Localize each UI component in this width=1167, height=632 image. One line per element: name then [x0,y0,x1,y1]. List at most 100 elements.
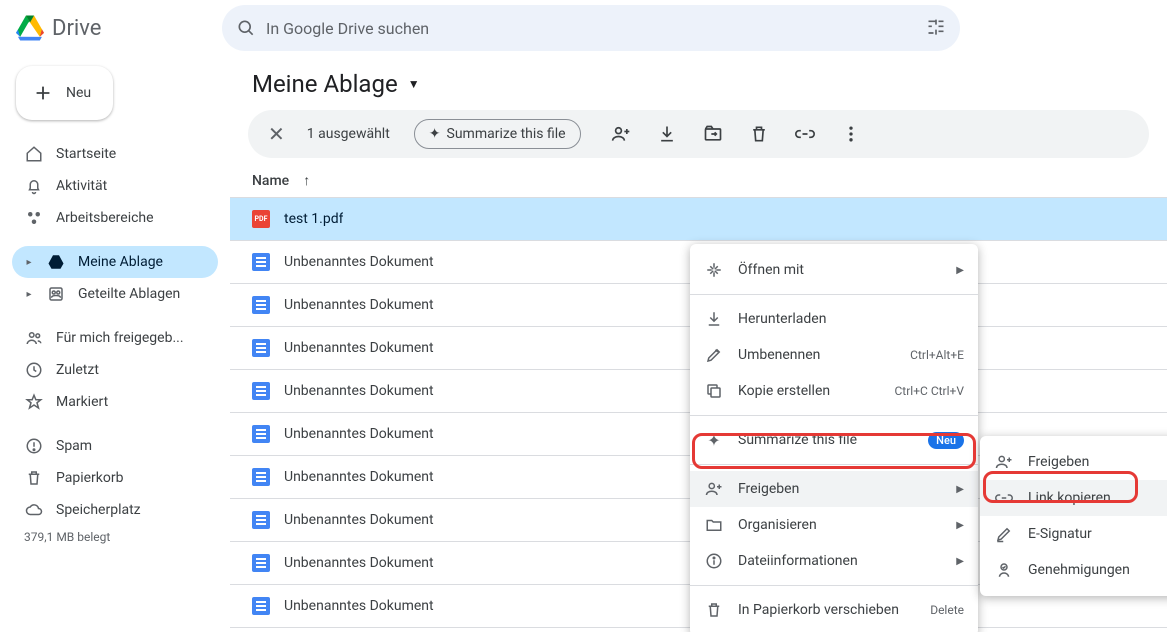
menu-item-copy[interactable]: Kopie erstellenCtrl+C Ctrl+V [690,373,978,409]
sidebar-item-label: Speicherplatz [56,502,141,518]
menu-item-signature[interactable]: E-Signatur [980,516,1167,552]
menu-item-label: In Papierkorb verschieben [738,602,916,618]
delete-icon[interactable] [749,124,769,144]
menu-item-label: Dateiinformationen [738,553,942,569]
menu-item-folder[interactable]: Organisieren▶ [690,507,978,543]
selection-count: 1 ausgewählt [307,126,390,142]
sidebar-item-home[interactable]: Startseite [12,138,218,170]
menu-item-link[interactable]: Link kopieren [980,480,1167,516]
menu-item-sparkle[interactable]: ✦ Summarize this file Neu [690,422,978,458]
search-input[interactable] [266,19,916,38]
file-name: Unbenanntes Dokument [284,340,434,356]
trash-icon [24,469,44,487]
workspaces-icon [24,209,44,227]
sidebar-item-drive[interactable]: ▸ Meine Ablage [12,246,218,278]
page-title-dropdown[interactable]: Meine Ablage ▼ [230,70,1167,110]
file-name: Unbenanntes Dokument [284,297,434,313]
menu-item-label: Freigeben [738,481,942,497]
menu-item-download[interactable]: Herunterladen [690,301,978,337]
sidebar-item-label: Arbeitsbereiche [56,210,154,226]
sidebar-item-shared-drive[interactable]: ▸ Geteilte Ablagen [12,278,218,310]
menu-item-share[interactable]: Freigeben ▶ [690,471,978,507]
info-icon [704,552,724,570]
sparkle-icon: ✦ [704,431,724,450]
menu-item-label: Öffnen mit [738,262,942,278]
chevron-right-icon: ▸ [24,289,34,300]
bell-icon [24,177,44,195]
copy-icon [704,382,724,400]
download-icon[interactable] [657,124,677,144]
link-icon[interactable] [795,124,815,144]
menu-item-label: Genehmigungen [1028,562,1167,578]
file-name: Unbenanntes Dokument [284,555,434,571]
sidebar-item-label: Geteilte Ablagen [78,286,180,302]
link-icon [994,489,1014,507]
menu-item-approvals[interactable]: GenehmigungenAlt+V dann E [980,552,1167,588]
clear-selection-button[interactable]: ✕ [264,118,289,150]
sidebar-item-label: Papierkorb [56,470,124,486]
search-options-icon[interactable] [926,18,946,38]
sidebar-item-bell[interactable]: Aktivität [12,170,218,202]
file-name: Unbenanntes Dokument [284,512,434,528]
shared-drive-icon [46,285,66,303]
menu-item-info[interactable]: Dateiinformationen▶ [690,543,978,579]
shortcut-label: Ctrl+C Ctrl+V [895,384,965,398]
sidebar-item-clock[interactable]: Zuletzt [12,354,218,386]
new-badge: Neu [928,432,964,449]
file-name: Unbenanntes Dokument [284,469,434,485]
file-name: Unbenanntes Dokument [284,598,434,614]
selection-action-bar: ✕ 1 ausgewählt ✦ Summarize this file [248,110,1149,158]
download-icon [704,310,724,328]
open-with-icon [704,261,724,279]
plus-icon [32,82,54,104]
share-icon [994,453,1014,471]
share-icon[interactable] [611,124,631,144]
chevron-right-icon: ▸ [24,257,34,268]
sidebar-item-label: Aktivität [56,178,107,194]
share-icon [704,480,724,498]
docs-icon [252,382,270,400]
docs-icon [252,554,270,572]
sidebar-item-label: Meine Ablage [78,254,163,270]
summarize-button[interactable]: ✦ Summarize this file [414,119,581,149]
chevron-right-icon: ▶ [956,484,964,495]
search-icon[interactable] [236,18,256,38]
sidebar-item-cloud[interactable]: Speicherplatz [12,494,218,526]
docs-icon [252,511,270,529]
sort-arrow-icon[interactable]: ↑ [303,172,310,189]
search-bar[interactable] [222,5,960,51]
sidebar-item-spam[interactable]: Spam [12,430,218,462]
docs-icon [252,253,270,271]
star-icon [24,393,44,411]
cloud-icon [24,501,44,519]
signature-icon [994,525,1014,543]
chevron-right-icon: ▶ [956,265,964,276]
more-icon[interactable] [841,124,861,144]
shortcut-label: Delete [930,603,964,617]
file-row[interactable]: PDFtest 1.pdf [230,198,1167,241]
spam-icon [24,437,44,455]
menu-item-trash[interactable]: In Papierkorb verschieben Delete [690,592,978,628]
menu-item-open-with[interactable]: Öffnen mit ▶ [690,252,978,288]
new-button[interactable]: Neu [16,66,113,120]
menu-item-label: Summarize this file [738,432,914,448]
drive-logo-icon [16,15,44,41]
approvals-icon [994,561,1014,579]
file-name: Unbenanntes Dokument [284,383,434,399]
column-header[interactable]: Name ↑ [230,164,1167,198]
sidebar-item-label: Spam [56,438,92,454]
sparkle-icon: ✦ [429,126,441,142]
sidebar-item-star[interactable]: Markiert [12,386,218,418]
docs-icon [252,597,270,615]
sidebar-item-workspaces[interactable]: Arbeitsbereiche [12,202,218,234]
home-icon [24,145,44,163]
menu-item-label: E-Signatur [1028,526,1167,542]
caret-down-icon: ▼ [408,77,420,91]
pdf-icon: PDF [252,210,270,228]
sidebar-item-people[interactable]: Für mich freigegeb... [12,322,218,354]
sidebar-item-trash[interactable]: Papierkorb [12,462,218,494]
menu-item-rename[interactable]: UmbenennenCtrl+Alt+E [690,337,978,373]
menu-item-share[interactable]: FreigebenCtrl+Alt+A [980,444,1167,480]
menu-item-label: Freigeben [1028,454,1167,470]
move-icon[interactable] [703,124,723,144]
